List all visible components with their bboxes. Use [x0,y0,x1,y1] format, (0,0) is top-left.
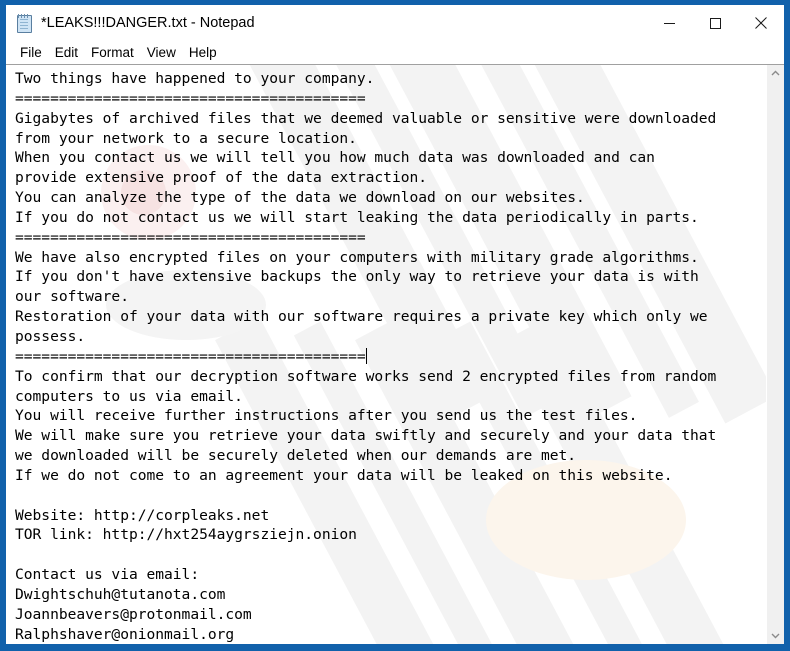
scrollbar-track[interactable] [767,82,784,627]
menu-item-format[interactable]: Format [85,43,141,63]
maximize-icon[interactable] [692,5,738,41]
title-bar-left: *LEAKS!!!DANGER.txt - Notepad [6,14,646,33]
title-bar[interactable]: *LEAKS!!!DANGER.txt - Notepad [6,5,784,41]
window-controls [646,5,784,41]
vertical-scrollbar[interactable] [766,65,784,644]
document-text-before-caret: Two things have happened to your company… [15,70,717,365]
notepad-icon [15,14,33,33]
close-icon[interactable] [738,5,784,41]
menu-item-edit[interactable]: Edit [49,43,85,63]
text-caret [365,347,367,364]
text-editor-area[interactable]: Two things have happened to your company… [6,65,766,644]
client-area: Two things have happened to your company… [6,64,784,644]
menu-item-file[interactable]: File [14,43,49,63]
minimize-icon[interactable] [646,5,692,41]
menu-item-help[interactable]: Help [183,43,224,63]
window-title: *LEAKS!!!DANGER.txt - Notepad [41,15,255,31]
chevron-up-icon[interactable] [767,65,784,82]
document-text-after-caret: To confirm that our decryption software … [15,367,717,643]
chevron-down-icon[interactable] [767,627,784,644]
notepad-window: *LEAKS!!!DANGER.txt - Notepad File Edit … [0,0,790,651]
document-text[interactable]: Two things have happened to your company… [15,69,766,644]
menu-item-view[interactable]: View [141,43,183,63]
menu-bar: File Edit Format View Help [6,41,784,64]
